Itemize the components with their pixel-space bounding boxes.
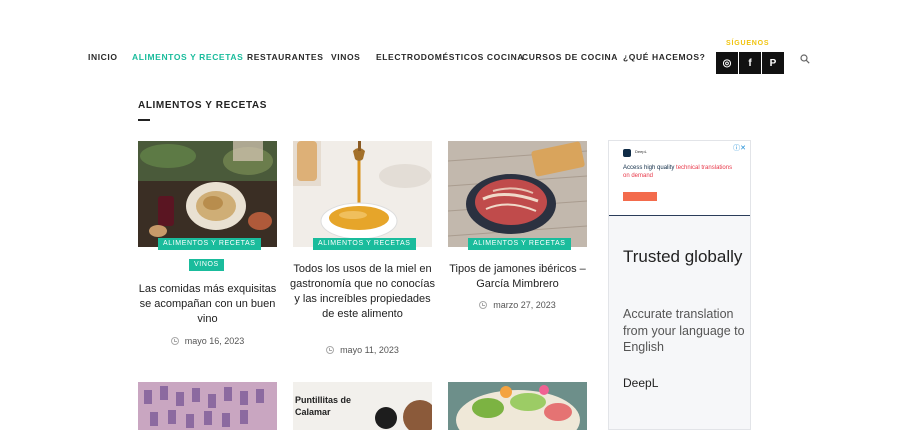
nav-item-que-hacemos[interactable]: ¿QUÉ HACEMOS? xyxy=(623,52,705,62)
ad-close-icon[interactable]: ⓘ✕ xyxy=(733,143,746,153)
follow-us-label: SÍGUENOS xyxy=(726,40,770,47)
facebook-icon[interactable]: f xyxy=(739,52,761,74)
post-date: mayo 11, 2023 xyxy=(293,345,432,355)
post-thumbnail-calamar[interactable]: Puntillitas de Calamar xyxy=(293,382,432,430)
nav-item-restaurantes[interactable]: RESTAURANTES xyxy=(247,52,323,62)
post-thumbnail-jamon[interactable] xyxy=(448,141,587,247)
category-tag[interactable]: ALIMENTOS Y RECETAS xyxy=(313,238,416,250)
ad-title: Trusted globally xyxy=(623,247,743,266)
search-icon[interactable] xyxy=(800,54,810,64)
section-title: ALIMENTOS Y RECETAS xyxy=(138,100,268,111)
category-tag[interactable]: VINOS xyxy=(189,259,224,271)
advertisement[interactable]: DeepL ⓘ✕ Access high quality technical t… xyxy=(608,140,751,430)
category-tag[interactable]: ALIMENTOS Y RECETAS xyxy=(158,238,261,250)
post-thumbnail-honey[interactable] xyxy=(293,141,432,247)
ad-banner[interactable]: DeepL ⓘ✕ Access high quality technical t… xyxy=(609,141,750,216)
post-thumbnail-food-wine[interactable] xyxy=(138,141,277,247)
instagram-icon[interactable]: ◎ xyxy=(716,52,738,74)
nav-item-electrodomesticos-cocina[interactable]: ELECTRODOMÉSTICOS COCINA xyxy=(376,52,524,62)
category-tag[interactable]: ALIMENTOS Y RECETAS xyxy=(468,238,571,250)
post-date: marzo 27, 2023 xyxy=(448,300,587,310)
ad-brand: DeepL xyxy=(623,376,659,390)
logo-badge xyxy=(375,407,397,429)
ad-cta-button[interactable] xyxy=(623,192,657,201)
ad-banner-brand: DeepL xyxy=(635,149,647,154)
clock-icon xyxy=(479,301,488,309)
post-title[interactable]: Todos los usos de la miel en gastronomía… xyxy=(289,262,436,322)
nav-item-vinos[interactable]: VINOS xyxy=(331,52,360,62)
section-title-underline xyxy=(138,119,150,121)
clock-icon xyxy=(326,346,335,354)
ad-body: Accurate translation from your language … xyxy=(623,307,745,354)
deepl-logo-icon xyxy=(623,149,631,157)
nav-item-alimentos-y-recetas[interactable]: ALIMENTOS Y RECETAS xyxy=(132,52,243,62)
thumbnail-text: Puntillitas de Calamar xyxy=(295,395,352,417)
clock-icon xyxy=(170,337,179,345)
post-title[interactable]: Tipos de jamones ibéricos – García Mimbr… xyxy=(444,262,591,292)
nav-item-inicio[interactable]: INICIO xyxy=(88,52,118,62)
post-thumbnail-figures[interactable] xyxy=(138,382,277,430)
post-title[interactable]: Las comidas más exquisitas se acompañan … xyxy=(134,282,281,327)
post-date: mayo 16, 2023 xyxy=(138,336,277,346)
post-thumbnail-salad[interactable] xyxy=(448,382,587,430)
nav-item-cursos-de-cocina[interactable]: CURSOS DE COCINA xyxy=(522,52,618,62)
ad-banner-headline: Access high quality technical translatio… xyxy=(623,165,733,179)
food-plate xyxy=(403,400,432,430)
pinterest-icon[interactable]: P xyxy=(762,52,784,74)
